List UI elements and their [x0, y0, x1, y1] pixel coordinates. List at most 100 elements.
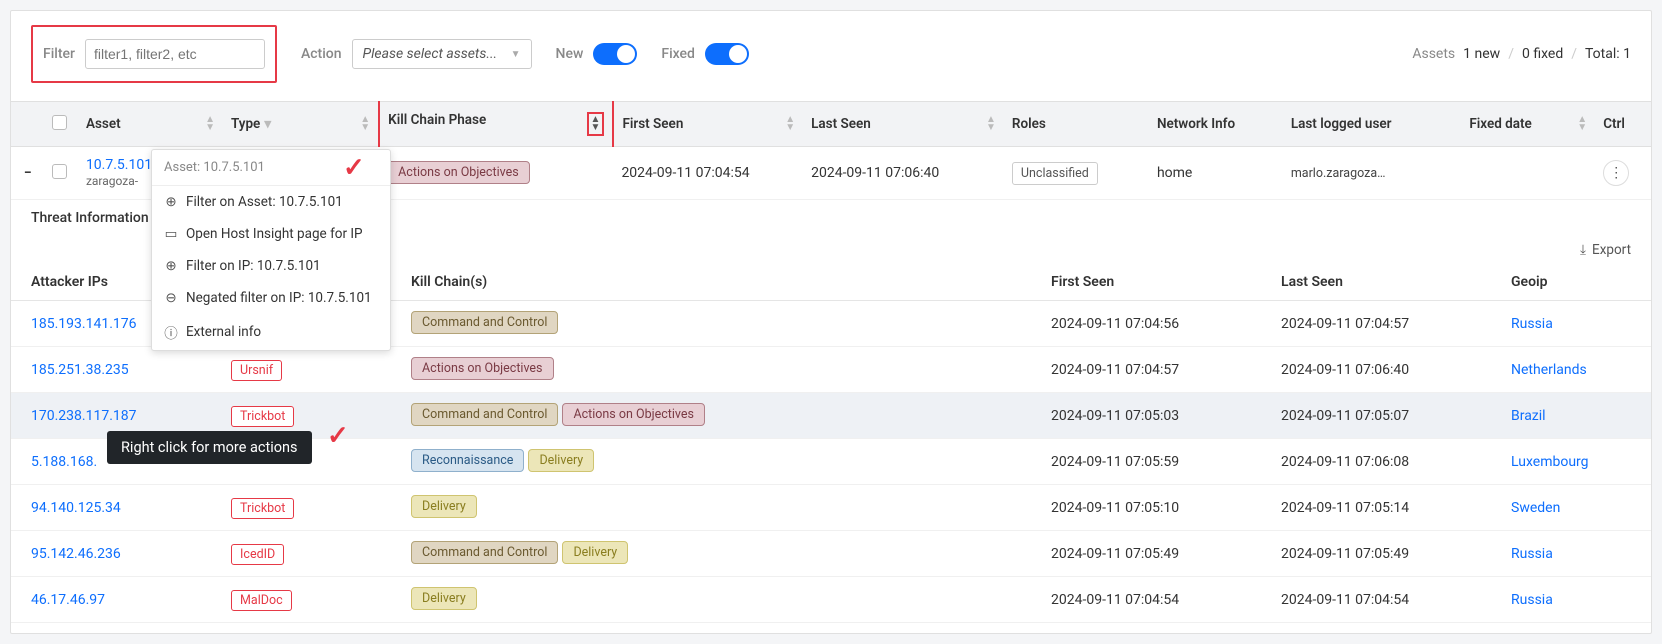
host-page-icon: ▭: [164, 226, 178, 242]
download-icon: ⤓: [1580, 242, 1586, 258]
cell-first-seen: 2024-09-11 07:04:54: [613, 147, 803, 200]
threat-row[interactable]: 95.142.46.236 IcedID Command and ControlDe…: [11, 531, 1651, 577]
new-toggle[interactable]: [593, 43, 637, 65]
kill-chain-badge: Reconnaissance: [411, 449, 524, 472]
col-fixed-date[interactable]: Fixed date▲▼: [1461, 102, 1595, 147]
tcol-geoip[interactable]: Geoip: [1491, 264, 1651, 301]
filter-highlight-box: Filter: [31, 25, 277, 83]
threat-row[interactable]: 46.17.46.97MalDocDelivery2024-09-11 07:0…: [11, 577, 1651, 623]
threat-ls: 2024-09-11 07:06:40: [1261, 347, 1491, 393]
kill-chain-badge: Command and Control: [411, 403, 558, 426]
col-last-seen[interactable]: Last Seen▲▼: [803, 102, 1004, 147]
threat-fs: 2024-09-11 07:04:56: [1031, 301, 1261, 347]
threat-type-badge: Trickbot: [231, 406, 294, 427]
ctx-negated-filter-ip[interactable]: ⊖Negated filter on IP: 10.7.5.101: [152, 282, 390, 314]
collapse-icon[interactable]: −: [24, 165, 32, 181]
chevron-down-icon: ▼: [511, 49, 521, 60]
tcol-last-seen[interactable]: Last Seen: [1261, 264, 1491, 301]
new-toggle-group: New: [556, 43, 638, 65]
col-kill-chain[interactable]: Kill Chain Phase ▲▼: [379, 102, 613, 147]
info-icon: ⓘ: [164, 322, 178, 342]
context-menu: Asset: 10.7.5.101 ⊕Filter on Asset: 10.7…: [151, 149, 391, 351]
ctx-filter-asset[interactable]: ⊕Filter on Asset: 10.7.5.101: [152, 186, 390, 218]
geoip-link[interactable]: Russia: [1511, 592, 1553, 608]
fixed-toggle-group: Fixed: [661, 43, 749, 65]
stats: Assets 1 new / 0 fixed / Total: 1: [1412, 46, 1631, 62]
threat-ls: 2024-09-11 07:04:57: [1261, 301, 1491, 347]
right-click-tooltip: Right click for more actions: [107, 431, 312, 464]
geoip-link[interactable]: Brazil: [1511, 408, 1546, 424]
sort-icon[interactable]: ▲▼: [785, 116, 795, 132]
attacker-ip-link[interactable]: 95.142.46.236: [31, 546, 121, 562]
sort-icon[interactable]: ▲▼: [360, 116, 370, 132]
geoip-link[interactable]: Netherlands: [1511, 362, 1587, 378]
threat-type-badge: MalDoc: [231, 590, 292, 611]
kill-chain-badge: Actions on Objectives: [411, 357, 554, 380]
toolbar: Filter Action Please select assets... ▼ …: [11, 11, 1651, 101]
kill-chain-badge: Actions on Objectives: [387, 161, 530, 184]
threat-ls: 2024-09-11 07:05:14: [1261, 485, 1491, 531]
action-select[interactable]: Please select assets... ▼: [352, 39, 532, 69]
kill-chain-badge: Delivery: [411, 495, 477, 518]
sort-icon[interactable]: ▲▼: [1577, 116, 1587, 132]
col-roles[interactable]: Roles: [1004, 102, 1149, 147]
fixed-label: Fixed: [661, 46, 695, 62]
attacker-ip-link[interactable]: 94.140.125.34: [31, 500, 121, 516]
action-group: Action Please select assets... ▼: [301, 39, 532, 69]
threat-type-badge: Ursnif: [231, 360, 282, 381]
ctx-filter-ip[interactable]: ⊕Filter on IP: 10.7.5.101: [152, 250, 390, 282]
export-button[interactable]: ⤓ Export: [1580, 242, 1631, 258]
threat-ls: 2024-09-11 07:05:49: [1261, 531, 1491, 577]
zoom-in-icon: ⊕: [164, 194, 178, 210]
row-actions-button[interactable]: ⋮: [1603, 160, 1629, 186]
stats-assets-label: Assets: [1412, 46, 1455, 62]
select-all-checkbox[interactable]: [52, 115, 67, 130]
col-asset[interactable]: Asset▲▼: [78, 102, 223, 147]
threat-row[interactable]: 185.251.38.235 Ursnif Actions on Objective…: [11, 347, 1651, 393]
cell-last-user: marlo.zaragoza…: [1283, 147, 1462, 200]
tcol-first-seen[interactable]: First Seen: [1031, 264, 1261, 301]
kill-chain-badge: Delivery: [528, 449, 594, 472]
role-badge: Unclassified: [1012, 162, 1098, 185]
col-network[interactable]: Network Info: [1149, 102, 1283, 147]
main-panel: Filter Action Please select assets... ▼ …: [10, 10, 1652, 634]
geoip-link[interactable]: Russia: [1511, 316, 1553, 332]
kill-chain-badge: Command and Control: [411, 311, 558, 334]
asset-ip-link[interactable]: 10.7.5.101: [86, 157, 152, 173]
attacker-ip-link[interactable]: 185.251.38.235: [31, 362, 129, 378]
threat-type-badge: Trickbot: [231, 498, 294, 519]
threat-ls: 2024-09-11 07:04:54: [1261, 577, 1491, 623]
ctx-external-info[interactable]: ⓘExternal info: [152, 314, 390, 350]
filter-icon[interactable]: ▾: [264, 116, 271, 132]
sort-icon[interactable]: ▲▼: [205, 116, 215, 132]
col-last-user[interactable]: Last logged user: [1283, 102, 1462, 147]
col-first-seen[interactable]: First Seen▲▼: [613, 102, 803, 147]
geoip-link[interactable]: Sweden: [1511, 500, 1560, 516]
filter-input[interactable]: [85, 39, 265, 69]
row-checkbox[interactable]: [52, 164, 67, 179]
attacker-ip-link[interactable]: 170.238.117.187: [31, 408, 137, 424]
kill-chain-badge: Command and Control: [411, 541, 558, 564]
cell-network: home: [1149, 147, 1283, 200]
attacker-ip-link[interactable]: 185.193.141.176: [31, 316, 137, 332]
tcol-kill-chains[interactable]: Kill Chain(s): [391, 264, 1031, 301]
col-type[interactable]: Type▲▼▾: [223, 102, 379, 147]
fixed-toggle[interactable]: [705, 43, 749, 65]
ctx-open-host-insight[interactable]: ▭Open Host Insight page for IP: [152, 218, 390, 250]
threat-fs: 2024-09-11 07:04:57: [1031, 347, 1261, 393]
sort-icon[interactable]: ▲▼: [986, 116, 996, 132]
attacker-ip-link[interactable]: 46.17.46.97: [31, 592, 105, 608]
zoom-in-icon: ⊕: [164, 258, 178, 274]
geoip-link[interactable]: Luxembourg: [1511, 454, 1589, 470]
new-label: New: [556, 46, 584, 62]
kill-chain-badge: Delivery: [562, 541, 628, 564]
threat-fs: 2024-09-11 07:05:59: [1031, 439, 1261, 485]
attacker-ip-link[interactable]: 5.188.168.: [31, 454, 97, 470]
action-placeholder: Please select assets...: [363, 46, 498, 62]
threat-row[interactable]: 94.140.125.34 Trickbot Delivery 2024-09-11 …: [11, 485, 1651, 531]
threat-type-badge: IcedID: [231, 544, 284, 565]
threat-fs: 2024-09-11 07:05:03: [1031, 393, 1261, 439]
asset-host: zaragoza-: [86, 174, 138, 188]
sort-icon-highlighted[interactable]: ▲▼: [587, 112, 605, 136]
geoip-link[interactable]: Russia: [1511, 546, 1553, 562]
